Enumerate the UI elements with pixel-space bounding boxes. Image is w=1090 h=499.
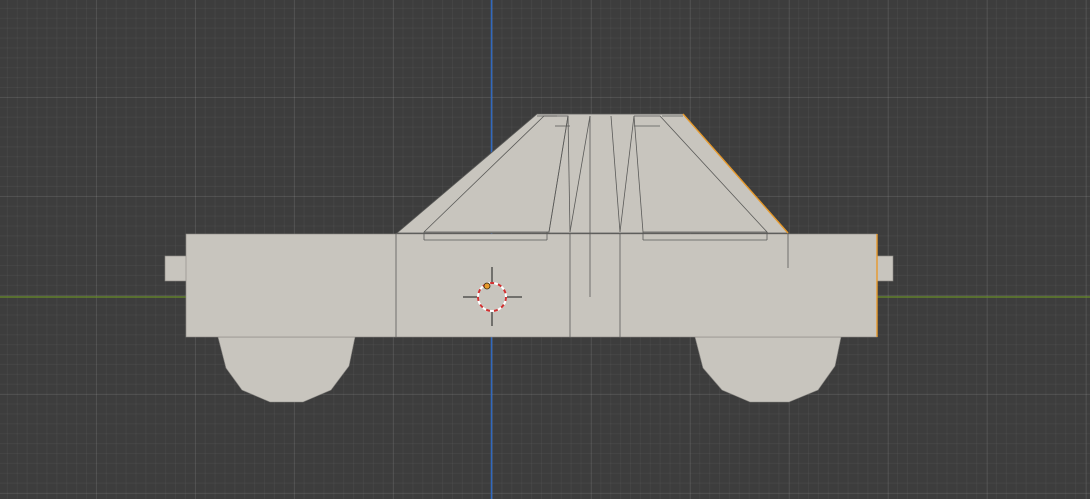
cabin[interactable] [395, 113, 789, 234]
rear-wheel[interactable] [217, 336, 356, 403]
front-bumper[interactable] [876, 255, 894, 282]
front-wheel[interactable] [694, 336, 842, 403]
3d-viewport[interactable] [0, 0, 1090, 499]
rear-bumper[interactable] [164, 255, 188, 282]
object-origin-icon [483, 282, 491, 290]
car-mesh[interactable] [164, 113, 894, 403]
viewport-canvas [0, 0, 1090, 499]
car-body[interactable] [185, 233, 878, 338]
